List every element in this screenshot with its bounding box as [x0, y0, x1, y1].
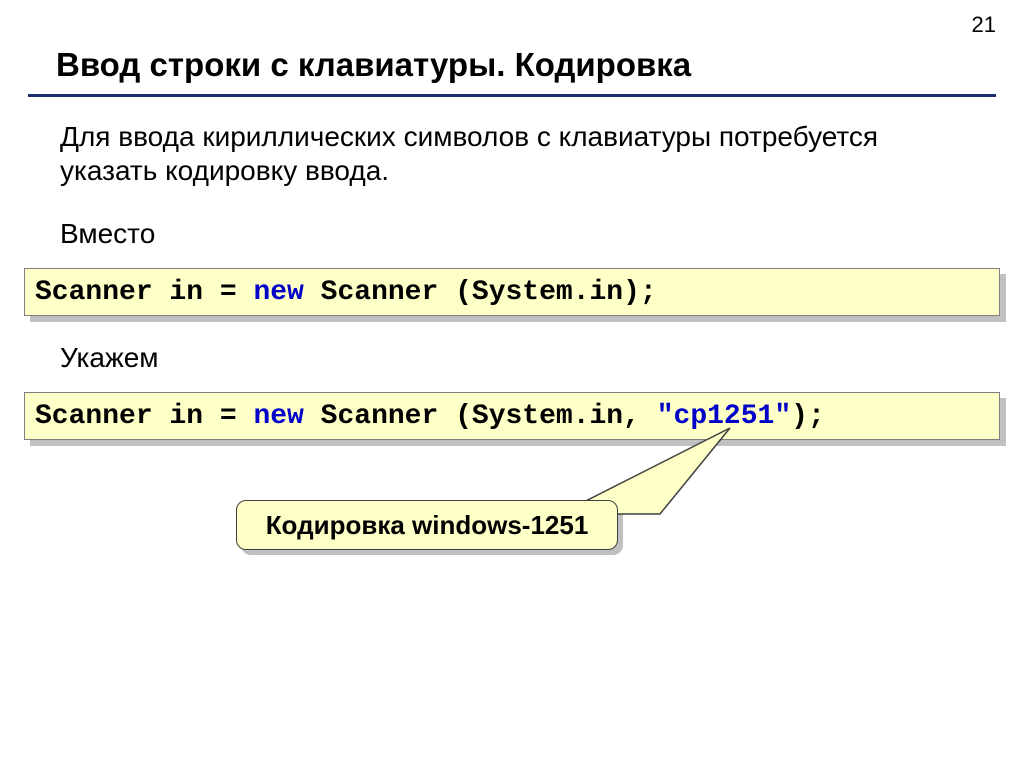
- label-after: Укажем: [60, 342, 159, 374]
- code-keyword: new: [253, 277, 303, 308]
- callout-box: Кодировка windows-1251: [236, 500, 618, 550]
- code-text: Scanner (System.in);: [304, 277, 657, 308]
- code-block-before: Scanner in = new Scanner (System.in);: [24, 268, 1000, 316]
- callout-text: Кодировка windows-1251: [236, 500, 618, 550]
- title-underline: [28, 94, 996, 97]
- code-text: );: [791, 401, 825, 432]
- intro-paragraph: Для ввода кириллических символов с клави…: [60, 120, 960, 187]
- page-number: 21: [972, 12, 996, 38]
- code-block-after: Scanner in = new Scanner (System.in, "cp…: [24, 392, 1000, 440]
- code-content: Scanner in = new Scanner (System.in, "cp…: [24, 392, 1000, 440]
- code-text: Scanner in =: [35, 277, 253, 308]
- code-text: Scanner in =: [35, 401, 253, 432]
- code-keyword: new: [253, 401, 303, 432]
- code-content: Scanner in = new Scanner (System.in);: [24, 268, 1000, 316]
- slide-title: Ввод строки с клавиатуры. Кодировка: [56, 46, 691, 84]
- label-before: Вместо: [60, 218, 155, 250]
